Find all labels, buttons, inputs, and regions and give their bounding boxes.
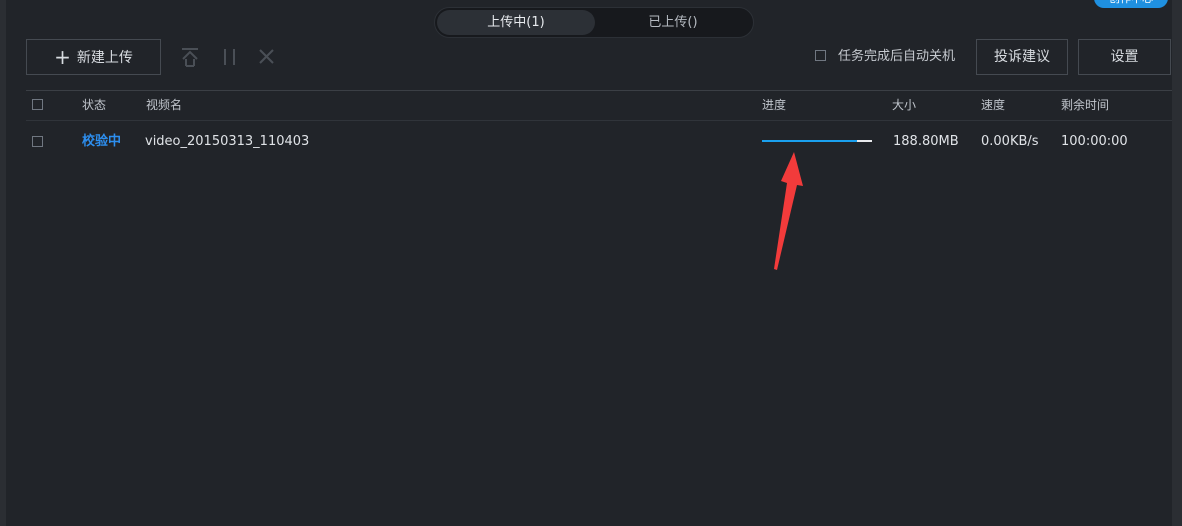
select-all-checkbox[interactable] [32, 99, 43, 110]
settings-button[interactable]: 设置 [1078, 39, 1171, 75]
column-header-name: 视频名 [146, 98, 183, 112]
auto-shutdown-option[interactable]: 任务完成后自动关机 [815, 49, 955, 65]
upload-progress-fill [762, 140, 857, 142]
window-left-border [0, 0, 6, 526]
upload-speed: 0.00KB/s [981, 134, 1039, 149]
auto-shutdown-checkbox[interactable] [815, 50, 826, 61]
status-text: 校验中 [82, 134, 122, 149]
creation-center-badge[interactable]: 创作中心 [1094, 0, 1168, 8]
table-header-divider [26, 120, 1172, 121]
annotation-arrow-icon [774, 152, 803, 270]
upload-tab-switch: 上传中(1) 已上传() [434, 7, 754, 38]
column-header-remaining: 剩余时间 [1061, 98, 1110, 112]
plus-icon: + [54, 45, 71, 69]
complaint-button[interactable]: 投诉建议 [976, 39, 1068, 75]
move-to-top-icon[interactable] [179, 46, 201, 68]
column-header-speed: 速度 [981, 98, 1006, 112]
column-header-size: 大小 [892, 98, 917, 112]
auto-shutdown-label: 任务完成后自动关机 [838, 49, 956, 64]
tab-uploaded[interactable]: 已上传() [595, 10, 751, 35]
remaining-time: 100:00:00 [1061, 134, 1128, 149]
close-icon[interactable] [256, 46, 278, 68]
row-checkbox[interactable] [32, 136, 43, 147]
window-right-border [1172, 0, 1182, 526]
tab-uploading[interactable]: 上传中(1) [437, 10, 595, 35]
pause-icon[interactable] [219, 46, 241, 68]
column-header-status: 状态 [82, 98, 107, 112]
column-header-progress: 进度 [762, 98, 787, 112]
new-upload-button[interactable]: + 新建上传 [26, 39, 161, 75]
upload-progress-bar [762, 140, 872, 142]
table-divider [26, 90, 1172, 91]
new-upload-label: 新建上传 [76, 50, 133, 66]
video-name: video_20150313_110403 [145, 134, 310, 149]
file-size: 188.80MB [893, 134, 959, 149]
